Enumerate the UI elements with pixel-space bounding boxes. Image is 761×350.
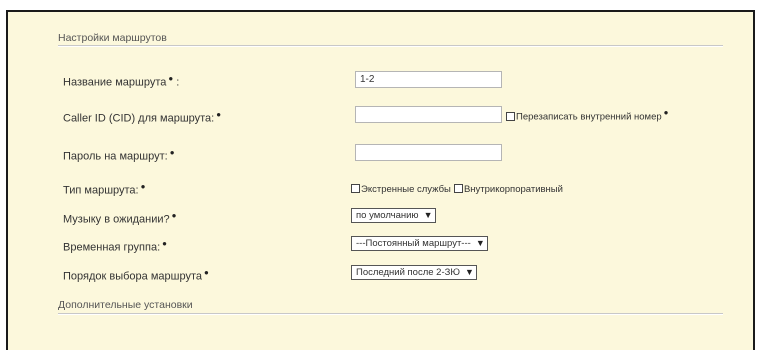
route-password-label-text: Пароль на маршрут:	[63, 150, 168, 163]
route-name-input[interactable]	[355, 71, 502, 88]
route-type-label-text: Тип маршрута:	[63, 184, 139, 197]
required-icon: ●	[204, 268, 209, 277]
music-on-hold-label: Музыку в ожидании? ●	[63, 211, 177, 226]
emergency-checkbox[interactable]	[351, 184, 360, 193]
route-type-options: Экстренные службы Внутрикорпоративный	[351, 183, 563, 195]
route-type-label: Тип маршрута: ●	[63, 182, 145, 197]
caller-id-input[interactable]	[355, 106, 502, 123]
route-password-input[interactable]	[355, 144, 502, 161]
section-title-route-settings: Настройки маршрутов	[58, 32, 167, 44]
time-group-label: Временная группа: ●	[63, 239, 167, 254]
route-order-select[interactable]: Последний после 2-ЗЮ ▼	[351, 265, 477, 280]
route-name-label: Название маршрута ● :	[63, 74, 179, 89]
required-icon: ●	[216, 110, 222, 119]
time-group-label-text: Временная группа:	[63, 241, 161, 254]
emergency-option[interactable]: Экстренные службы	[351, 183, 451, 195]
overwrite-extension-option[interactable]: Перезаписать внутренний номер ●	[506, 108, 669, 123]
chevron-down-icon: ▼	[423, 210, 433, 220]
section-divider	[58, 45, 723, 47]
required-icon: ●	[171, 211, 177, 220]
route-name-label-text: Название маршрута	[63, 76, 167, 89]
route-password-label: Пароль на маршрут: ●	[63, 148, 175, 163]
route-name-label-suffix: :	[173, 76, 180, 89]
music-on-hold-select[interactable]: по умолчанию ▼	[351, 208, 436, 223]
time-group-select[interactable]: ---Постоянный маршрут--- ▼	[351, 236, 488, 251]
required-icon: ●	[162, 239, 167, 248]
route-settings-panel: Настройки маршрутов Название маршрута ● :…	[6, 10, 755, 350]
route-order-value: Последний после 2-ЗЮ	[356, 267, 460, 278]
music-on-hold-label-text: Музыку в ожидании?	[63, 213, 170, 226]
section-divider	[58, 313, 723, 315]
emergency-label: Экстренные службы	[361, 184, 451, 195]
overwrite-extension-label: Перезаписать внутренний номер	[516, 111, 662, 123]
intracompany-label: Внутрикорпоративный	[463, 184, 563, 195]
intracompany-checkbox[interactable]	[453, 184, 463, 193]
route-order-label-text: Порядок выбора маршрута	[63, 270, 202, 283]
required-icon: ●	[169, 148, 175, 157]
music-on-hold-value: по умолчанию	[356, 210, 419, 221]
route-order-label: Порядок выбора маршрута ●	[63, 268, 209, 283]
required-icon: ●	[140, 182, 146, 191]
time-group-value: ---Постоянный маршрут---	[356, 238, 471, 249]
overwrite-extension-checkbox[interactable]	[506, 111, 515, 121]
caller-id-label: Caller ID (CID) для маршрута: ●	[63, 110, 221, 125]
caller-id-label-text: Caller ID (CID) для маршрута:	[63, 112, 215, 125]
required-icon: ●	[663, 108, 669, 117]
chevron-down-icon: ▼	[465, 267, 474, 277]
section-title-additional: Дополнительные установки	[58, 299, 193, 311]
intracompany-option[interactable]: Внутрикорпоративный	[453, 183, 563, 195]
chevron-down-icon: ▼	[475, 238, 485, 248]
